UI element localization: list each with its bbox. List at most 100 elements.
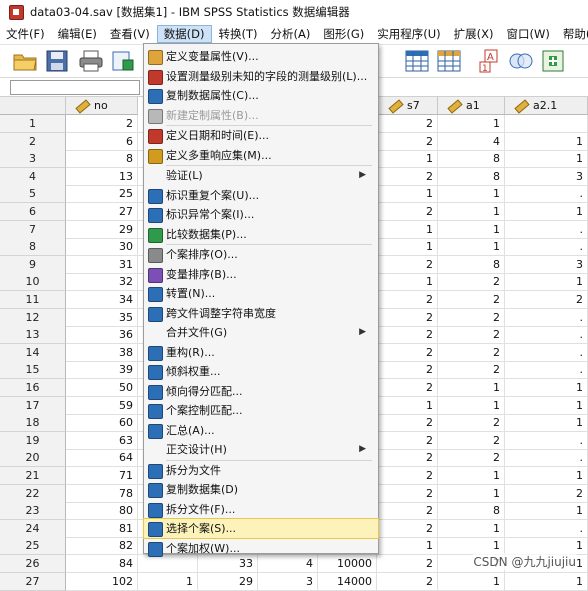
table-cell[interactable]: . bbox=[505, 326, 588, 345]
menu-item-7[interactable]: 实用程序(U) bbox=[371, 25, 446, 43]
table-cell[interactable]: 29 bbox=[198, 572, 258, 591]
menu-item-8[interactable]: 扩展(X) bbox=[448, 25, 500, 43]
table-cell[interactable]: 13 bbox=[66, 167, 138, 186]
table-cell[interactable]: 10000 bbox=[318, 555, 377, 573]
table-cell[interactable]: 2 bbox=[377, 484, 438, 503]
data-menu-item[interactable]: 转置(N)... bbox=[144, 284, 378, 303]
table-cell[interactable]: . bbox=[505, 519, 588, 538]
table-cell[interactable]: . bbox=[505, 449, 588, 468]
table-cell[interactable]: 1 bbox=[505, 572, 588, 591]
row-header[interactable]: 5 bbox=[0, 185, 66, 204]
table-cell[interactable]: 39 bbox=[66, 361, 138, 380]
table-cell[interactable]: 1 bbox=[505, 396, 588, 415]
table-cell[interactable]: 1 bbox=[438, 115, 505, 133]
data-menu-item[interactable]: 标识异常个案(I)... bbox=[144, 205, 378, 224]
table-cell[interactable]: 2 bbox=[377, 379, 438, 397]
data-menu-item[interactable]: 个案控制匹配... bbox=[144, 401, 378, 420]
row-header[interactable]: 27 bbox=[0, 572, 66, 591]
table-cell[interactable]: 2 bbox=[377, 502, 438, 521]
table-cell[interactable]: 3 bbox=[505, 255, 588, 274]
data-menu-item[interactable]: 验证(L) ▶ bbox=[144, 166, 378, 185]
table-cell[interactable]: 3 bbox=[505, 167, 588, 186]
table-cell[interactable]: 1 bbox=[377, 185, 438, 204]
data-menu-item[interactable]: 定义多重响应集(M)... bbox=[144, 146, 378, 165]
menu-item-10[interactable]: 帮助(H) bbox=[557, 25, 588, 43]
table-cell[interactable]: 1 bbox=[438, 519, 505, 538]
menu-item-3[interactable]: 数据(D) bbox=[156, 25, 212, 43]
row-header[interactable]: 2 bbox=[0, 132, 66, 151]
table-cell[interactable]: 2 bbox=[505, 291, 588, 309]
table-cell[interactable]: 2 bbox=[377, 572, 438, 591]
data-menu-item[interactable]: 设置测量级别未知的字段的测量级别(L)... bbox=[144, 67, 378, 86]
table-cell[interactable]: 2 bbox=[66, 115, 138, 133]
column-header-a2-1[interactable]: a2.1 bbox=[505, 97, 588, 115]
table-cell[interactable]: 1 bbox=[377, 150, 438, 169]
table-cell[interactable]: 8 bbox=[438, 167, 505, 186]
table-cell[interactable]: 2 bbox=[438, 361, 505, 380]
table-cell[interactable]: 1 bbox=[505, 414, 588, 433]
row-header[interactable]: 20 bbox=[0, 449, 66, 468]
data-menu-item[interactable]: 比较数据集(P)... bbox=[144, 225, 378, 244]
table-cell[interactable]: 3 bbox=[258, 572, 318, 591]
data-menu-item[interactable]: 复制数据集(D) bbox=[144, 480, 378, 499]
table-cell[interactable]: 1 bbox=[505, 273, 588, 292]
data-menu-item[interactable]: 标识重复个案(U)... bbox=[144, 186, 378, 205]
table-cell[interactable]: 80 bbox=[66, 502, 138, 521]
table-cell[interactable] bbox=[138, 555, 198, 573]
table-cell[interactable]: 2 bbox=[505, 484, 588, 503]
table-cell[interactable]: 8 bbox=[438, 502, 505, 521]
table-cell[interactable]: 2 bbox=[438, 449, 505, 468]
table-cell[interactable]: 50 bbox=[66, 379, 138, 397]
data-menu-item[interactable]: 个案排序(O)... bbox=[144, 245, 378, 264]
table-cell[interactable]: 1 bbox=[377, 238, 438, 257]
data-menu-item[interactable]: 跨文件调整字符串宽度 bbox=[144, 304, 378, 323]
data-grid-icon[interactable] bbox=[404, 48, 430, 74]
row-header[interactable]: 23 bbox=[0, 502, 66, 521]
row-header[interactable]: 25 bbox=[0, 537, 66, 556]
table-cell[interactable]: . bbox=[505, 238, 588, 257]
data-menu-item[interactable]: 拆分文件(F)... bbox=[144, 500, 378, 519]
table-cell[interactable]: 84 bbox=[66, 555, 138, 573]
row-header[interactable]: 1 bbox=[0, 115, 66, 133]
table-cell[interactable]: 33 bbox=[198, 555, 258, 573]
table-cell[interactable]: 2 bbox=[377, 519, 438, 538]
column-header-s7[interactable]: s7 bbox=[377, 97, 438, 115]
save-icon[interactable] bbox=[44, 48, 70, 74]
row-header[interactable]: 19 bbox=[0, 431, 66, 450]
table-cell[interactable]: 27 bbox=[66, 203, 138, 221]
table-cell[interactable]: 1 bbox=[438, 572, 505, 591]
row-header[interactable]: 6 bbox=[0, 203, 66, 221]
table-cell[interactable]: 1 bbox=[505, 150, 588, 169]
table-cell[interactable]: 1 bbox=[438, 185, 505, 204]
data-menu-item[interactable]: 变量排序(B)... bbox=[144, 265, 378, 284]
table-cell[interactable]: 1 bbox=[438, 238, 505, 257]
table-cell[interactable]: 35 bbox=[66, 308, 138, 327]
row-header[interactable]: 21 bbox=[0, 467, 66, 485]
row-header[interactable]: 15 bbox=[0, 361, 66, 380]
table-cell[interactable]: 34 bbox=[66, 291, 138, 309]
table-cell[interactable]: 1 bbox=[438, 467, 505, 485]
table-cell[interactable]: 1 bbox=[505, 467, 588, 485]
row-header[interactable]: 8 bbox=[0, 238, 66, 257]
table-cell[interactable]: 2 bbox=[377, 467, 438, 485]
row-header[interactable]: 18 bbox=[0, 414, 66, 433]
row-header[interactable]: 14 bbox=[0, 343, 66, 362]
column-header-a1[interactable]: a1 bbox=[438, 97, 505, 115]
data-menu-item[interactable]: 倾斜权重... bbox=[144, 362, 378, 381]
row-header[interactable]: 7 bbox=[0, 220, 66, 239]
table-cell[interactable]: 1 bbox=[377, 220, 438, 239]
table-cell[interactable]: 2 bbox=[377, 431, 438, 450]
menu-item-4[interactable]: 转换(T) bbox=[213, 25, 264, 43]
table-cell[interactable]: 2 bbox=[377, 343, 438, 362]
variable-grid-icon[interactable] bbox=[436, 48, 462, 74]
table-cell[interactable]: . bbox=[505, 343, 588, 362]
table-cell[interactable]: 2 bbox=[438, 431, 505, 450]
table-cell[interactable]: 31 bbox=[66, 255, 138, 274]
column-header-no[interactable]: no bbox=[66, 97, 138, 115]
table-cell[interactable]: 102 bbox=[66, 572, 138, 591]
table-cell[interactable]: 2 bbox=[438, 343, 505, 362]
row-header[interactable]: 11 bbox=[0, 291, 66, 309]
table-cell[interactable]: 1 bbox=[505, 203, 588, 221]
table-cell[interactable]: 71 bbox=[66, 467, 138, 485]
table-cell[interactable]: 1 bbox=[438, 220, 505, 239]
